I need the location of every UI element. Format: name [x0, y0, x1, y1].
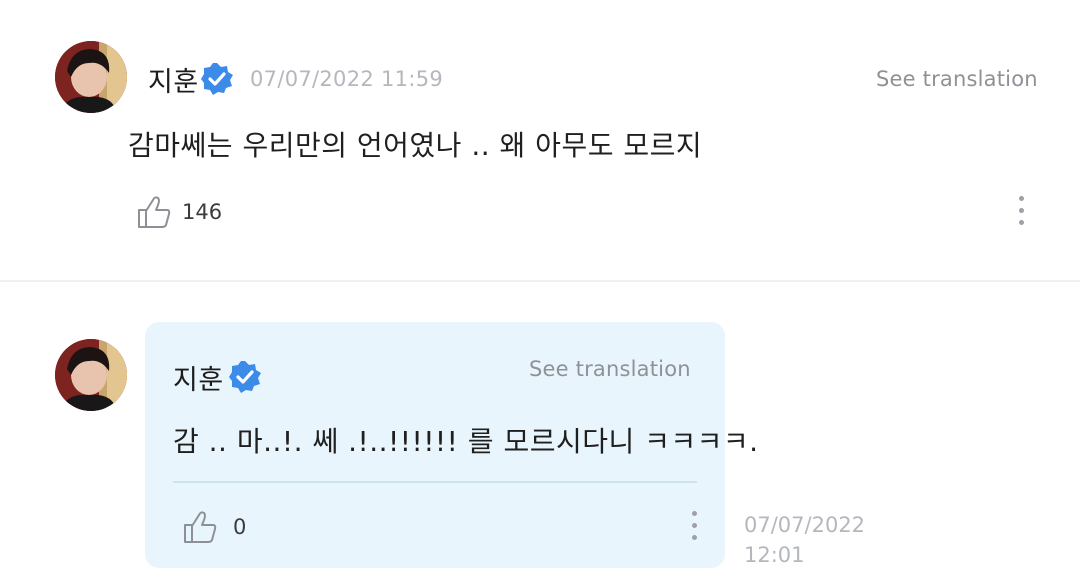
verified-badge-icon	[229, 361, 261, 393]
reply-see-translation-link[interactable]: See translation	[529, 357, 691, 381]
reply-date: 07/07/2022	[744, 513, 866, 537]
reply-like-count: 0	[233, 515, 247, 539]
reply-time: 12:01	[744, 543, 805, 567]
reply-timestamp: 07/07/2022 12:01	[744, 510, 865, 570]
comment-author[interactable]: 지훈	[148, 60, 199, 99]
reply-text: 감 .. 마..!. 쎄 .!..!!!!!! 를 모르시다니 ㅋㅋㅋㅋ.	[173, 425, 759, 458]
comment-text: 감마쎄는 우리만의 언어였나 .. 왜 아무도 모르지	[128, 129, 703, 162]
comment-timestamp: 07/07/2022 11:59	[250, 67, 444, 91]
thumbs-up-icon[interactable]	[135, 193, 173, 231]
more-options-icon[interactable]	[1015, 196, 1027, 232]
reply-more-options-icon[interactable]	[688, 511, 700, 547]
avatar-image	[55, 339, 127, 411]
divider	[0, 280, 1080, 282]
see-translation-link[interactable]: See translation	[876, 67, 1038, 91]
thumbs-up-icon[interactable]	[181, 508, 219, 546]
like-count: 146	[182, 200, 223, 224]
reply-divider	[173, 481, 697, 483]
avatar-image	[55, 41, 127, 113]
avatar[interactable]	[55, 41, 127, 113]
verified-badge-icon	[201, 63, 233, 95]
reply-avatar[interactable]	[55, 339, 127, 411]
reply-author[interactable]: 지훈	[173, 358, 224, 397]
